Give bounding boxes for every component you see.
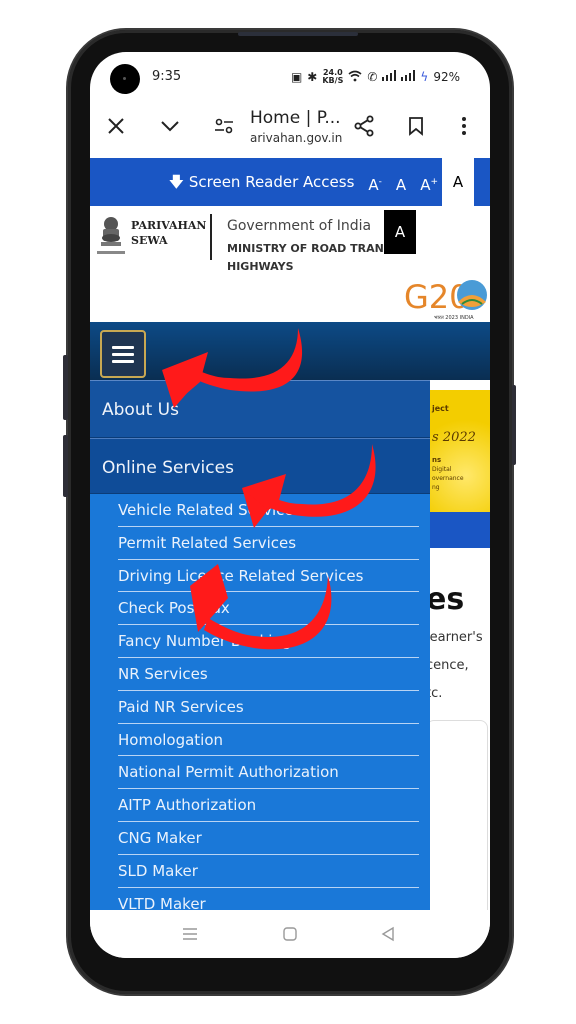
hamburger-icon-bar (112, 359, 134, 363)
submenu-item-vehicle-related-services[interactable]: Vehicle Related Services (118, 494, 419, 527)
bookmark-icon[interactable] (402, 112, 430, 140)
section-title: es (426, 582, 465, 617)
submenu-item-vltd-maker[interactable]: VLTD Maker (118, 888, 419, 910)
national-emblem-icon (97, 217, 125, 254)
front-camera (110, 64, 140, 94)
bluetooth-icon: ✱ (307, 70, 318, 84)
submenu-item-national-permit-authorization[interactable]: National Permit Authorization (118, 756, 419, 790)
submenu-item-homologation[interactable]: Homologation (118, 724, 419, 757)
chevron-down-icon[interactable] (156, 112, 184, 140)
submenu-item-sld-maker[interactable]: SLD Maker (118, 855, 419, 888)
font-increase-button[interactable]: A+ (420, 176, 438, 194)
arrow-down-icon: 🡇 (168, 173, 185, 191)
header-divider (210, 214, 212, 260)
share-icon[interactable] (350, 112, 378, 140)
tune-icon[interactable] (210, 112, 238, 140)
volume-down-button (63, 435, 68, 497)
site-header: PARIVAHAN SEWA Government of India MINIS… (90, 206, 490, 322)
government-label: Government of India (227, 218, 372, 234)
browser-toolbar: Home | P... arivahan.gov.in (90, 100, 490, 156)
battery-percent: 92% (433, 70, 460, 84)
back-icon[interactable] (376, 922, 400, 946)
hamburger-icon-bar (112, 352, 134, 356)
service-card[interactable] (426, 720, 488, 920)
home-icon[interactable] (278, 922, 302, 946)
page-title[interactable]: Home | P... (250, 108, 341, 128)
contrast-light-button[interactable]: A (442, 158, 474, 206)
power-button (512, 385, 516, 465)
submenu-item-aitp-authorization[interactable]: AITP Authorization (118, 789, 419, 822)
promo-banner[interactable]: ject s 2022 ns Digital overnance ng (430, 390, 490, 512)
volte-call-icon: ✆ (367, 70, 378, 84)
net-speed: 24.0 KB/S (322, 68, 344, 85)
submenu-item-driving-licence-related-services[interactable]: Driving Licence Related Services (118, 560, 419, 593)
accessibility-bar: 🡇 Screen Reader Access A- A A+ A (90, 158, 490, 206)
status-icons: ▣ ✱ 24.0 KB/S ✆ ϟ 92% (291, 69, 460, 85)
status-time: 9:35 (152, 69, 182, 84)
online-services-submenu: Vehicle Related Services Permit Related … (90, 494, 430, 910)
volume-up-button (63, 355, 68, 420)
system-nav-bar (90, 910, 490, 958)
contrast-dark-button[interactable]: A (384, 210, 416, 254)
accessibility-bar-edge (474, 158, 490, 206)
submenu-item-paid-nr-services[interactable]: Paid NR Services (118, 691, 419, 724)
more-vert-icon[interactable] (450, 112, 478, 140)
menu-item-online-services[interactable]: Online Services (90, 438, 430, 494)
submenu-item-nr-services[interactable]: NR Services (118, 658, 419, 691)
nfc-icon: ▣ (290, 70, 303, 84)
parivahan-sewa-logo[interactable]: PARIVAHAN SEWA (131, 218, 207, 248)
font-normal-button[interactable]: A (396, 176, 406, 194)
recent-apps-icon[interactable] (178, 922, 202, 946)
banner-footer-strip (430, 512, 490, 548)
phone-frame: 9:35 ▣ ✱ 24.0 KB/S ✆ ϟ 92% Home | P... a… (63, 30, 516, 994)
g20-logo: G20 भारत 2023 INDIA (404, 278, 487, 321)
wifi-icon (348, 70, 362, 85)
submenu-item-check-post-tax[interactable]: Check Post Tax (118, 592, 419, 626)
submenu-item-permit-related-services[interactable]: Permit Related Services (118, 527, 419, 560)
status-bar: 9:35 ▣ ✱ 24.0 KB/S ✆ ϟ 92% (90, 52, 490, 100)
svg-text:भारत 2023 INDIA: भारत 2023 INDIA (434, 315, 474, 321)
signal-icon (401, 70, 416, 84)
menu-item-about-us[interactable]: About Us (90, 380, 430, 438)
charging-bolt-icon: ϟ (420, 70, 429, 84)
main-navbar (90, 322, 490, 380)
menu-toggle-button[interactable] (100, 330, 146, 378)
section-text-line: learner's (426, 630, 483, 645)
hamburger-icon-bar (112, 345, 134, 349)
ministry-label: MINISTRY OF ROAD TRANSPORT & HIGHWAYS (227, 242, 395, 273)
speaker-grille (238, 32, 358, 36)
close-icon[interactable] (102, 112, 130, 140)
submenu-item-fancy-number-booking[interactable]: Fancy Number Booking (118, 625, 419, 658)
font-decrease-button[interactable]: A- (368, 176, 382, 194)
submenu-item-cng-maker[interactable]: CNG Maker (118, 822, 419, 855)
signal-icon (382, 70, 397, 84)
screen: 9:35 ▣ ✱ 24.0 KB/S ✆ ϟ 92% Home | P... a… (90, 52, 490, 958)
nav-dropdown-menu: About Us Online Services Vehicle Related… (90, 380, 430, 910)
screen-reader-access-link[interactable]: 🡇 Screen Reader Access (169, 172, 355, 197)
page-url[interactable]: arivahan.gov.in (250, 131, 342, 145)
section-text-line: cence, (426, 658, 469, 673)
